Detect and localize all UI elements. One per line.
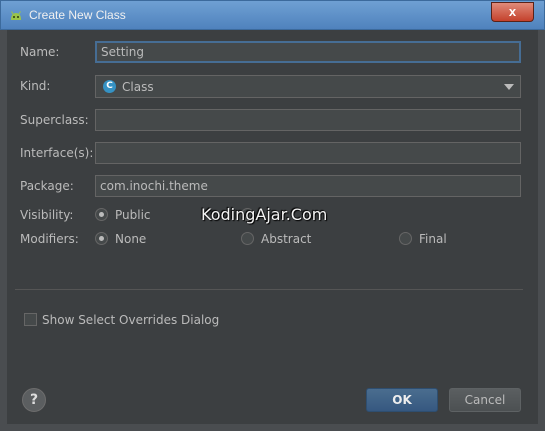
- interfaces-input[interactable]: [95, 142, 521, 164]
- window-title: Create New Class: [29, 8, 126, 22]
- name-label: Name:: [20, 45, 60, 59]
- name-input[interactable]: [95, 41, 521, 63]
- window-frame-bottom: [0, 424, 545, 431]
- package-label: Package:: [20, 179, 74, 193]
- modifiers-label: Modifiers:: [20, 232, 79, 246]
- visibility-public-radio[interactable]: [95, 208, 108, 221]
- watermark-text: KodingAjar.Com: [201, 205, 328, 224]
- superclass-input[interactable]: [95, 109, 521, 131]
- modifier-abstract-label[interactable]: Abstract: [261, 232, 311, 246]
- show-overrides-checkbox[interactable]: [24, 313, 37, 326]
- modifier-none-label[interactable]: None: [115, 232, 146, 246]
- android-studio-icon: [11, 11, 21, 20]
- chevron-down-icon[interactable]: [504, 84, 514, 90]
- interfaces-label: Interface(s):: [20, 146, 94, 160]
- class-icon: C: [103, 80, 116, 93]
- close-icon: x: [508, 4, 517, 19]
- visibility-public-label[interactable]: Public: [115, 208, 151, 222]
- package-input[interactable]: [95, 175, 521, 197]
- create-class-dialog: Name: Kind: C Class Superclass: Interfac…: [7, 30, 538, 424]
- modifier-abstract-radio[interactable]: [241, 232, 254, 245]
- kind-selected-value: Class: [122, 80, 154, 94]
- ok-button[interactable]: OK: [366, 388, 438, 412]
- modifier-none-radio[interactable]: [95, 232, 108, 245]
- modifier-final-label[interactable]: Final: [419, 232, 447, 246]
- close-button[interactable]: x: [491, 2, 534, 22]
- kind-dropdown[interactable]: C Class: [95, 75, 521, 98]
- superclass-label: Superclass:: [20, 113, 89, 127]
- modifier-final-radio[interactable]: [399, 232, 412, 245]
- cancel-button[interactable]: Cancel: [449, 388, 521, 412]
- help-button[interactable]: ?: [22, 388, 46, 412]
- title-bar: Create New Class x: [0, 0, 545, 30]
- show-overrides-label[interactable]: Show Select Overrides Dialog: [42, 313, 219, 327]
- visibility-label: Visibility:: [20, 208, 74, 222]
- help-icon: ?: [29, 392, 39, 408]
- separator: [15, 289, 523, 290]
- kind-label: Kind:: [20, 79, 51, 93]
